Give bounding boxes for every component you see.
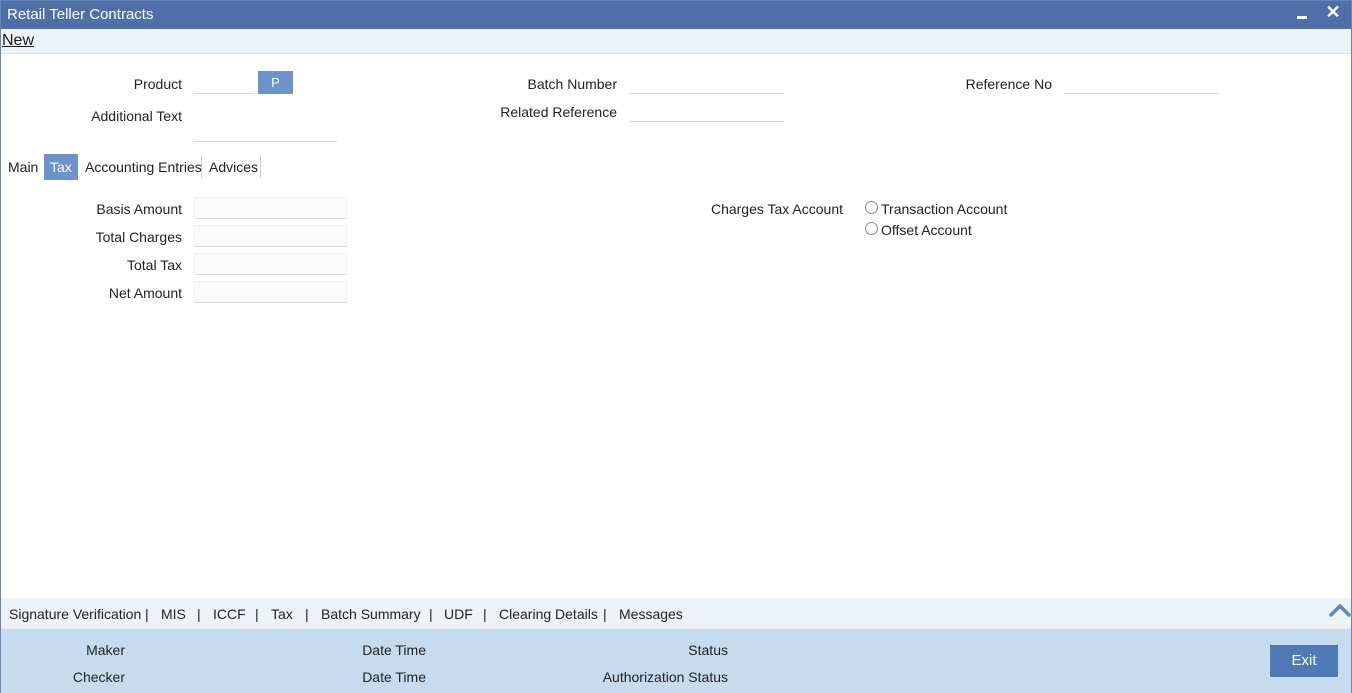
batch-number-input[interactable] <box>629 72 784 94</box>
link-separator: | <box>483 606 487 622</box>
chevron-up-icon[interactable] <box>1328 600 1352 620</box>
total-tax-field[interactable] <box>194 253 347 275</box>
link-separator: | <box>145 606 149 622</box>
tax-link[interactable]: Tax <box>271 606 293 622</box>
sub-screen-link-bar: Signature Verification | MIS | ICCF | Ta… <box>1 598 1351 629</box>
authorization-status-label: Authorization Status <box>602 669 728 685</box>
basis-amount-label: Basis Amount <box>96 201 182 217</box>
total-tax-label: Total Tax <box>127 257 182 273</box>
transaction-account-radio[interactable] <box>865 201 878 214</box>
transaction-account-label: Transaction Account <box>881 201 1008 217</box>
total-charges-field[interactable] <box>194 225 347 247</box>
additional-text-input[interactable] <box>194 120 337 142</box>
maker-label: Maker <box>86 642 125 658</box>
batch-number-label: Batch Number <box>527 76 617 92</box>
link-separator: | <box>255 606 259 622</box>
product-label: Product <box>133 76 182 92</box>
net-amount-label: Net Amount <box>108 285 182 301</box>
close-icon[interactable]: ✕ <box>1323 2 1343 24</box>
tab-accounting-entries[interactable]: Accounting Entries <box>81 154 206 180</box>
link-separator: | <box>197 606 201 622</box>
checker-date-time-label: Date Time <box>362 669 426 685</box>
exit-button[interactable]: Exit <box>1270 645 1338 677</box>
toolbar: New <box>1 29 1351 54</box>
messages-link[interactable]: Messages <box>619 606 683 622</box>
total-charges-label: Total Charges <box>95 229 182 245</box>
tab-divider <box>201 156 202 178</box>
clearing-details-link[interactable]: Clearing Details <box>499 606 598 622</box>
window-title: Retail Teller Contracts <box>7 6 154 23</box>
tab-divider <box>260 156 261 178</box>
link-separator: | <box>429 606 433 622</box>
offset-account-label: Offset Account <box>881 222 972 238</box>
basis-amount-field[interactable] <box>194 197 347 219</box>
product-lookup-button[interactable]: P <box>258 71 293 94</box>
maker-date-time-label: Date Time <box>362 642 426 658</box>
iccf-link[interactable]: ICCF <box>213 606 246 622</box>
retail-teller-contracts-window: Retail Teller Contracts ✕ New Product P … <box>0 0 1352 693</box>
mis-link[interactable]: MIS <box>161 606 186 622</box>
title-bar: Retail Teller Contracts ✕ <box>1 1 1351 29</box>
related-reference-label: Related Reference <box>500 104 617 120</box>
minimize-icon[interactable] <box>1291 3 1311 25</box>
audit-footer: Maker Checker Date Time Date Time Status… <box>1 629 1351 693</box>
reference-no-label: Reference No <box>965 76 1052 92</box>
tab-advices[interactable]: Advices <box>205 154 262 180</box>
status-label: Status <box>688 642 728 658</box>
reference-no-input[interactable] <box>1064 72 1219 94</box>
udf-link[interactable]: UDF <box>444 606 473 622</box>
batch-summary-link[interactable]: Batch Summary <box>321 606 421 622</box>
related-reference-input[interactable] <box>629 100 784 122</box>
signature-verification-link[interactable]: Signature Verification <box>9 606 141 622</box>
tab-main[interactable]: Main <box>4 154 42 180</box>
additional-text-label: Additional Text <box>91 108 182 124</box>
product-input[interactable] <box>194 72 254 94</box>
new-link[interactable]: New <box>2 32 34 50</box>
net-amount-field[interactable] <box>194 281 347 303</box>
tab-tax[interactable]: Tax <box>44 154 78 180</box>
checker-label: Checker <box>72 669 125 685</box>
link-separator: | <box>603 606 607 622</box>
offset-account-radio[interactable] <box>865 222 878 235</box>
charges-tax-account-label: Charges Tax Account <box>710 201 843 217</box>
link-separator: | <box>305 606 309 622</box>
